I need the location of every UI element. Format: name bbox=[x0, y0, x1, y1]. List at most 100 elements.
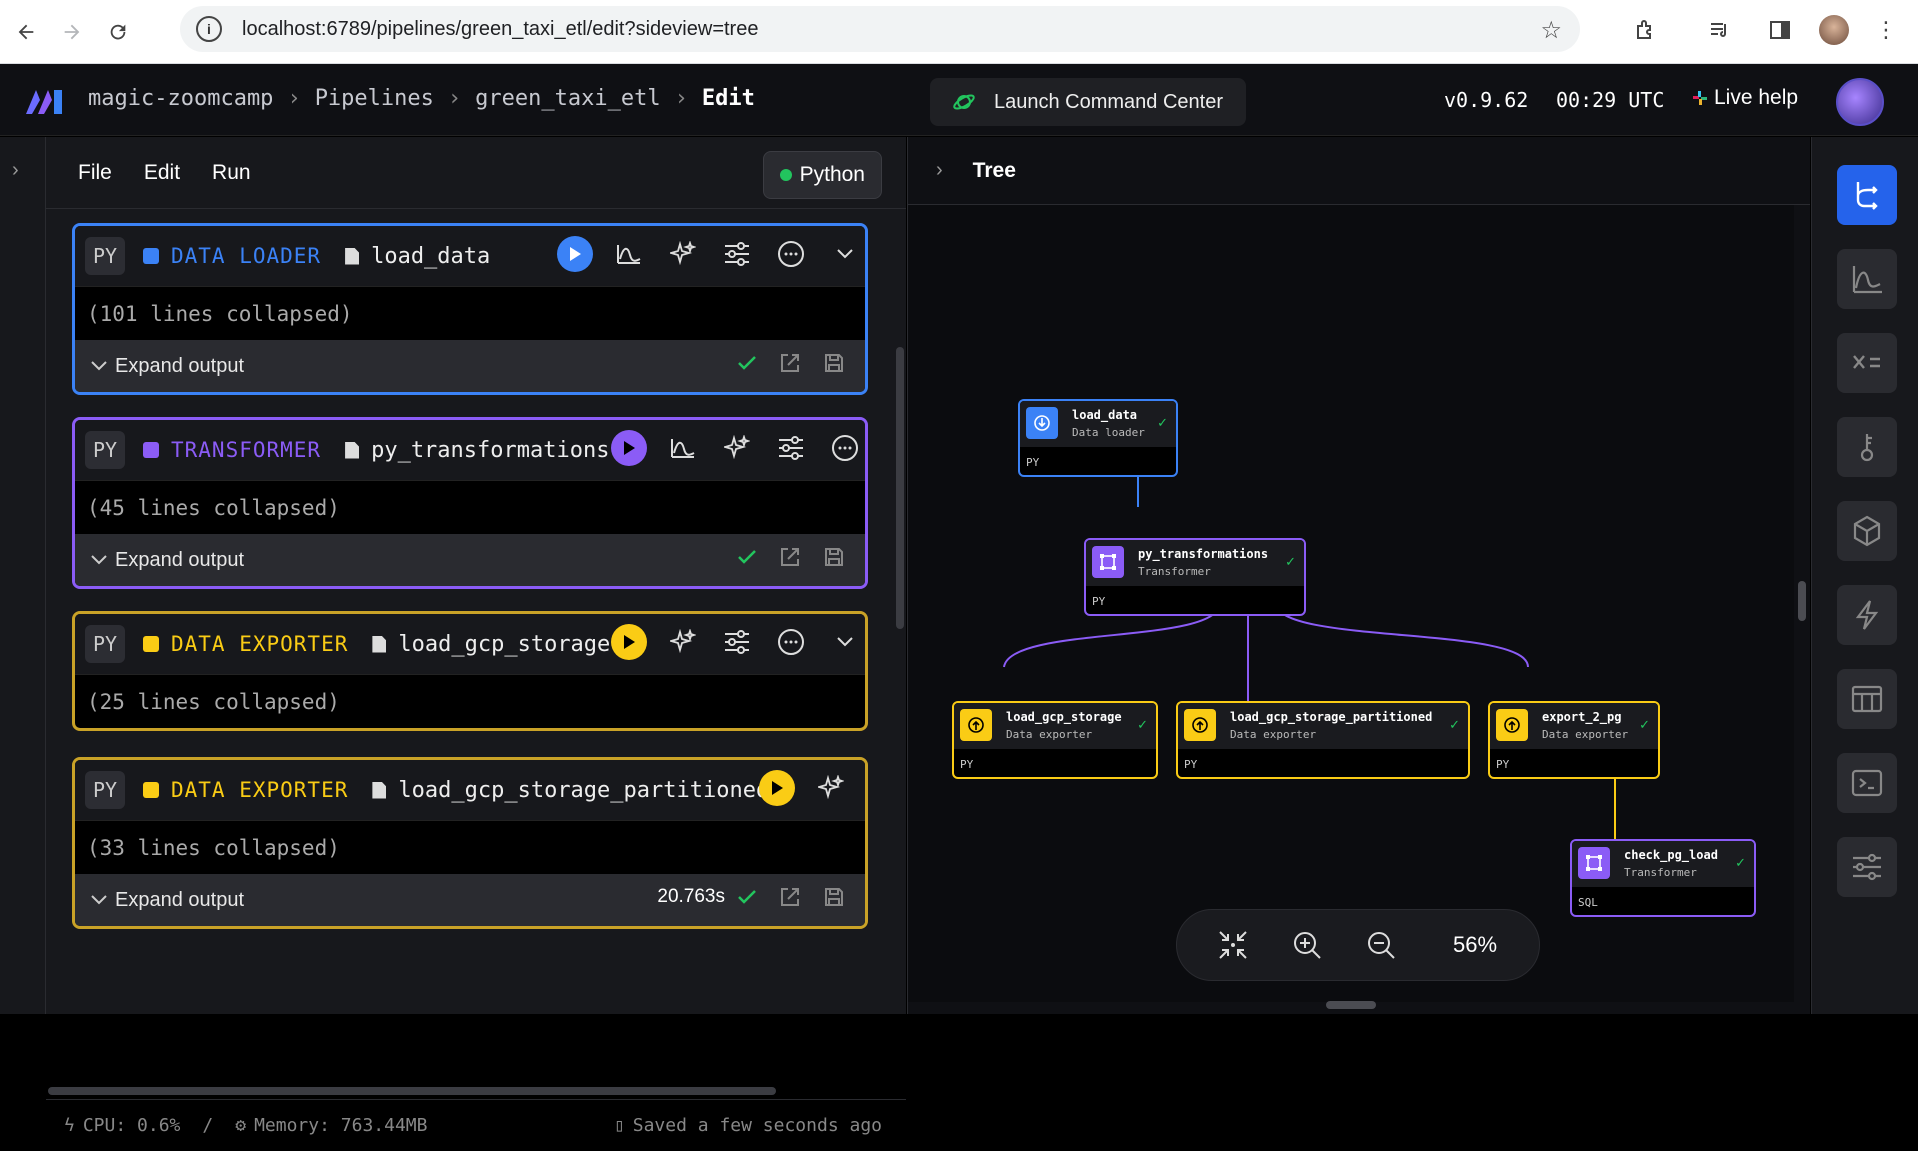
code-collapsed[interactable]: (45 lines collapsed) bbox=[75, 480, 865, 534]
breadcrumb-pipeline[interactable]: green_taxi_etl bbox=[475, 86, 660, 111]
run-block-button[interactable] bbox=[611, 430, 647, 466]
launch-command-center-button[interactable]: Launch Command Center bbox=[930, 78, 1246, 126]
file-browser-rail: › bbox=[0, 137, 46, 1014]
expand-output-label[interactable]: Expand output bbox=[115, 889, 244, 912]
ai-button[interactable] bbox=[813, 770, 849, 806]
open-external-icon[interactable] bbox=[779, 352, 801, 374]
more-options-button[interactable] bbox=[773, 624, 809, 660]
user-avatar[interactable] bbox=[1836, 78, 1884, 126]
run-block-button[interactable] bbox=[557, 236, 593, 272]
settings-button[interactable] bbox=[719, 624, 755, 660]
node-check-pg-load[interactable]: check_pg_load Transformer ✓ SQL bbox=[1570, 839, 1756, 917]
chart-button[interactable] bbox=[611, 236, 647, 272]
ai-button[interactable] bbox=[719, 430, 755, 466]
menu-edit[interactable]: Edit bbox=[144, 161, 180, 185]
block-name[interactable]: load_data bbox=[371, 244, 490, 269]
expand-output-label[interactable]: Expand output bbox=[115, 355, 244, 378]
ai-button[interactable] bbox=[665, 236, 701, 272]
site-info-icon[interactable]: i bbox=[196, 16, 222, 42]
tree-vertical-scrollbar[interactable] bbox=[1798, 581, 1806, 621]
output-actions: 20.763s bbox=[657, 886, 845, 908]
save-output-icon[interactable] bbox=[823, 886, 845, 908]
open-external-icon[interactable] bbox=[779, 886, 801, 908]
save-output-icon[interactable] bbox=[823, 546, 845, 568]
profile-avatar[interactable] bbox=[1816, 12, 1852, 48]
collapse-block-button[interactable] bbox=[827, 624, 863, 660]
zoom-in-button[interactable] bbox=[1289, 927, 1325, 963]
more-options-button[interactable] bbox=[773, 236, 809, 272]
expand-file-browser-icon[interactable]: › bbox=[12, 159, 19, 182]
lightning-icon: ϟ bbox=[64, 1115, 75, 1136]
block-load-data[interactable]: PY DATA LOADER load_data (101 lines coll… bbox=[72, 223, 868, 395]
charts-view-button[interactable] bbox=[1837, 249, 1897, 309]
node-export-2-pg[interactable]: export_2_pg Data exporter ✓ PY bbox=[1488, 701, 1660, 779]
terminal-view-button[interactable] bbox=[1837, 753, 1897, 813]
output-bar[interactable]: Expand output bbox=[75, 534, 865, 586]
block-load-gcp-storage-partitioned[interactable]: PY DATA EXPORTER load_gcp_storage_partit… bbox=[72, 757, 868, 929]
settings-button[interactable] bbox=[773, 430, 809, 466]
block-py-transformations[interactable]: PY TRANSFORMER py_transformations (45 li… bbox=[72, 417, 868, 589]
file-icon bbox=[345, 441, 360, 459]
forward-button[interactable] bbox=[52, 12, 92, 52]
variables-view-button[interactable] bbox=[1837, 333, 1897, 393]
bookmark-star-icon[interactable]: ☆ bbox=[1540, 16, 1562, 45]
block-name[interactable]: load_gcp_storage bbox=[398, 632, 610, 657]
extensions-icon[interactable] bbox=[1628, 12, 1664, 48]
zoom-out-button[interactable] bbox=[1363, 927, 1399, 963]
editor-vertical-scrollbar[interactable] bbox=[896, 347, 904, 629]
node-load-gcp-storage[interactable]: load_gcp_storage Data exporter ✓ PY bbox=[952, 701, 1158, 779]
secrets-view-button[interactable] bbox=[1837, 417, 1897, 477]
block-name[interactable]: py_transformations bbox=[371, 438, 609, 463]
media-control-icon[interactable] bbox=[1702, 12, 1738, 48]
node-load-gcp-storage-partitioned[interactable]: load_gcp_storage_partitioned Data export… bbox=[1176, 701, 1470, 779]
node-language: PY bbox=[960, 758, 974, 771]
node-py-transformations[interactable]: py_transformations Transformer ✓ PY bbox=[1084, 538, 1306, 616]
breadcrumb-project[interactable]: magic-zoomcamp bbox=[88, 86, 273, 111]
table-view-button[interactable] bbox=[1837, 669, 1897, 729]
open-external-icon[interactable] bbox=[779, 546, 801, 568]
output-bar[interactable]: Expand output 20.763s bbox=[75, 874, 865, 926]
side-panel-icon[interactable] bbox=[1762, 12, 1798, 48]
reload-button[interactable] bbox=[98, 12, 138, 52]
settings-sliders-icon bbox=[1853, 853, 1881, 881]
output-bar[interactable]: Expand output bbox=[75, 340, 865, 392]
address-bar[interactable]: i localhost:6789/pipelines/green_taxi_et… bbox=[180, 6, 1580, 52]
code-collapsed[interactable]: (25 lines collapsed) bbox=[75, 674, 865, 728]
settings-button[interactable] bbox=[719, 236, 755, 272]
more-options-button[interactable] bbox=[827, 430, 863, 466]
code-collapsed[interactable]: (101 lines collapsed) bbox=[75, 286, 865, 340]
fit-view-button[interactable] bbox=[1215, 927, 1251, 963]
tree-view-button[interactable] bbox=[1837, 165, 1897, 225]
collapse-block-button[interactable] bbox=[827, 236, 863, 272]
url-text[interactable]: localhost:6789/pipelines/green_taxi_etl/… bbox=[242, 18, 758, 41]
triggers-view-button[interactable] bbox=[1837, 585, 1897, 645]
block-load-gcp-storage[interactable]: PY DATA EXPORTER load_gcp_storage (25 li… bbox=[72, 611, 868, 731]
live-help-link[interactable]: Live help bbox=[1692, 86, 1798, 110]
mage-logo-icon[interactable] bbox=[24, 86, 64, 116]
menu-file[interactable]: File bbox=[78, 161, 112, 185]
run-block-button[interactable] bbox=[611, 624, 647, 660]
breadcrumb-pipelines[interactable]: Pipelines bbox=[315, 86, 434, 111]
table-icon bbox=[1851, 685, 1883, 713]
node-load-data[interactable]: load_data Data loader ✓ PY bbox=[1018, 399, 1178, 477]
breadcrumb: magic-zoomcamp › Pipelines › green_taxi_… bbox=[88, 86, 755, 111]
dependency-graph[interactable]: load_data Data loader ✓ PY py_transforma… bbox=[908, 205, 1794, 1002]
blocks-view-button[interactable] bbox=[1837, 501, 1897, 561]
tree-panel: › Tree load_data Data loader ✓ PY py_tra… bbox=[907, 137, 1810, 1014]
back-button[interactable] bbox=[6, 12, 46, 52]
tree-horizontal-scrollbar[interactable] bbox=[1326, 1001, 1376, 1009]
collapse-panel-icon[interactable]: › bbox=[936, 159, 943, 182]
editor-horizontal-scrollbar[interactable] bbox=[48, 1087, 776, 1095]
code-collapsed[interactable]: (33 lines collapsed) bbox=[75, 820, 865, 874]
settings-view-button[interactable] bbox=[1837, 837, 1897, 897]
expand-output-label[interactable]: Expand output bbox=[115, 549, 244, 572]
kernel-status-button[interactable]: Python bbox=[762, 151, 882, 199]
ai-button[interactable] bbox=[665, 624, 701, 660]
save-output-icon[interactable] bbox=[823, 352, 845, 374]
menu-run[interactable]: Run bbox=[212, 161, 251, 185]
chart-button[interactable] bbox=[665, 430, 701, 466]
run-block-button[interactable] bbox=[759, 770, 795, 806]
browser-menu-icon[interactable]: ⋮ bbox=[1868, 12, 1904, 48]
block-name[interactable]: load_gcp_storage_partitioned bbox=[398, 778, 769, 803]
status-bar: ϟ CPU: 0.6% / ⚙ Memory: 763.44MB ▯ Saved… bbox=[46, 1099, 906, 1151]
